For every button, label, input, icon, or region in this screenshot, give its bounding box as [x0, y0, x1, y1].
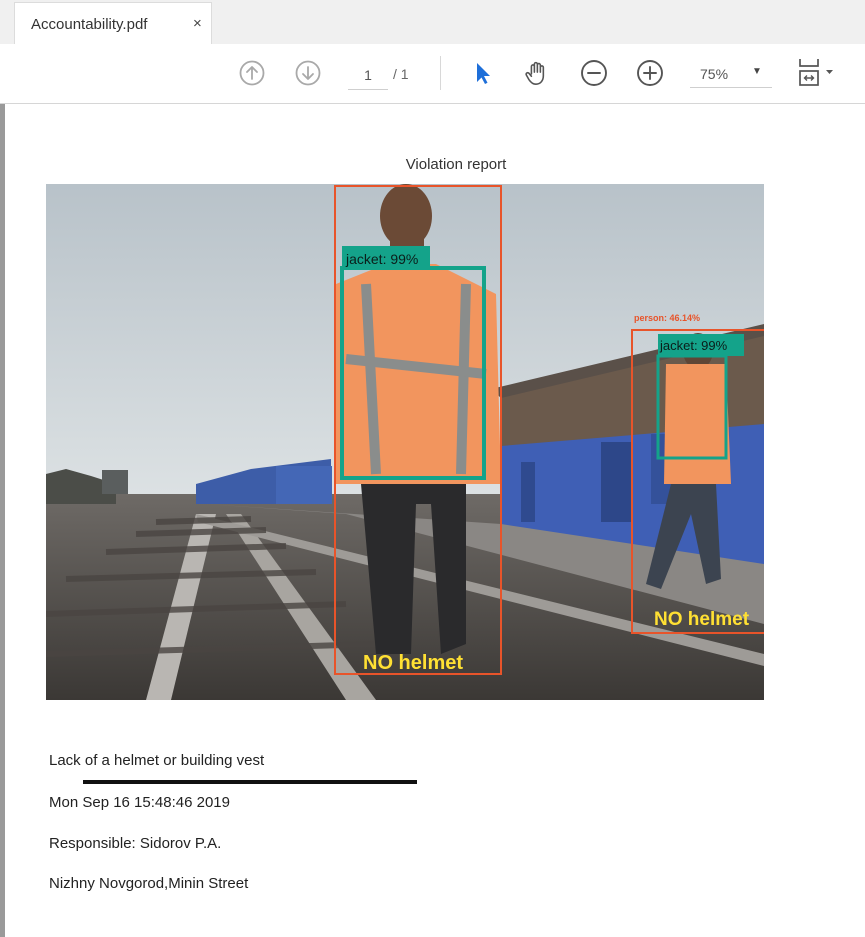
document-left-edge	[0, 104, 5, 937]
fit-page-button[interactable]	[796, 59, 836, 87]
zoom-level-value: 75%	[700, 66, 729, 82]
violation-description: Lack of a helmet or building vest	[49, 752, 265, 769]
chevron-down-icon: ▼	[752, 66, 762, 77]
page-number-input[interactable]	[348, 61, 388, 90]
worker2-no-helmet-label: NO helmet	[654, 609, 750, 630]
worker1-no-helmet-label: NO helmet	[363, 652, 463, 674]
fit-page-icon	[799, 59, 833, 86]
zoom-in-button[interactable]	[636, 59, 664, 87]
close-icon[interactable]: ×	[193, 15, 202, 32]
worker2-jacket-label: jacket: 99%	[659, 338, 728, 353]
zoom-level-dropdown[interactable]: 75% ▼	[690, 60, 772, 88]
arrow-up-circle-icon	[239, 60, 265, 86]
violation-datetime: Mon Sep 16 15:48:46 2019	[49, 794, 230, 811]
arrow-down-circle-icon	[295, 60, 321, 86]
hand-tool-button[interactable]	[523, 59, 551, 87]
detection-image: jacket: 99% NO helmet person: 46.14% jac…	[46, 184, 764, 700]
violation-photo: jacket: 99% NO helmet person: 46.14% jac…	[46, 184, 764, 700]
previous-page-button[interactable]	[238, 59, 266, 87]
responsible-person: Responsible: Sidorov P.A.	[49, 835, 222, 852]
tab-accountability-pdf[interactable]: Accountability.pdf ×	[14, 2, 212, 44]
select-tool-button[interactable]	[468, 59, 496, 87]
worker2-person-label: person: 46.14%	[634, 313, 700, 323]
divider-line	[83, 780, 417, 784]
tab-bar: Accountability.pdf ×	[0, 0, 865, 44]
plus-circle-icon	[637, 60, 663, 86]
page-total: / 1	[393, 66, 409, 82]
minus-circle-icon	[581, 60, 607, 86]
toolbar-divider	[440, 56, 441, 90]
tab-title: Accountability.pdf	[31, 16, 148, 33]
pdf-toolbar: / 1 75% ▼	[0, 44, 865, 104]
report-title: Violation report	[405, 156, 507, 173]
zoom-out-button[interactable]	[580, 59, 608, 87]
next-page-button[interactable]	[294, 59, 322, 87]
pointer-arrow-icon	[477, 63, 490, 84]
violation-location: Nizhny Novgorod,Minin Street	[49, 875, 249, 892]
worker1-jacket-label: jacket: 99%	[345, 251, 418, 267]
hand-icon	[525, 61, 545, 85]
